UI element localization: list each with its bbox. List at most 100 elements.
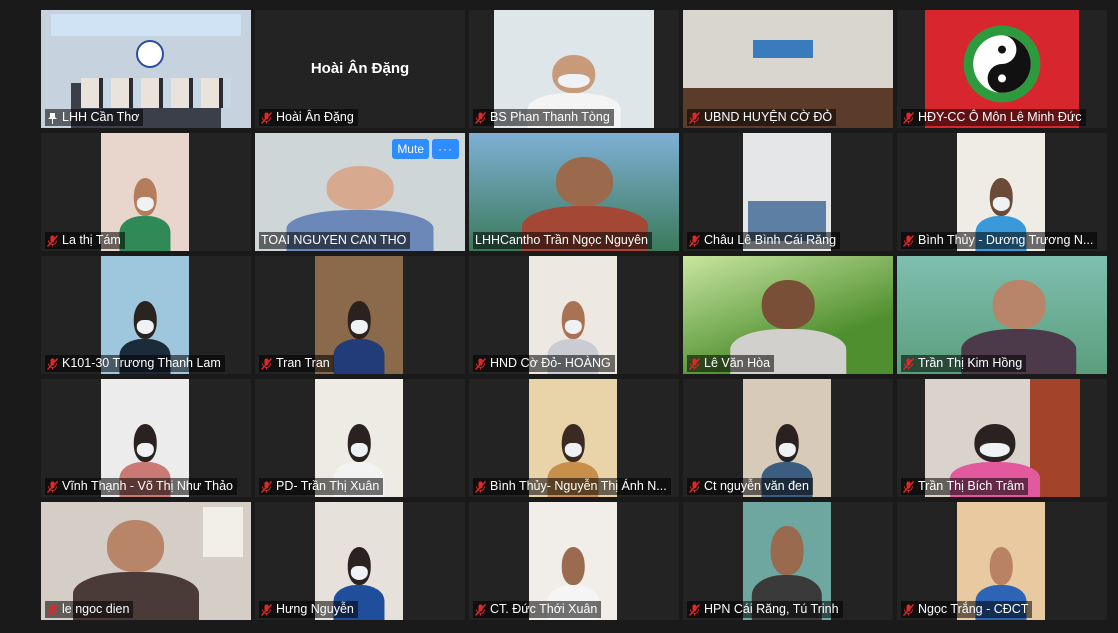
participant-name: LHHCantho Trần Ngọc Nguyên <box>475 233 649 247</box>
participant-nameplate: TOAI NGUYEN CAN THO <box>259 232 411 249</box>
pin-icon <box>48 112 57 124</box>
participant-tile[interactable]: La thị Tám <box>41 133 251 251</box>
participant-name: Bình Thủy- Nguyễn Thị Ánh N... <box>490 479 667 493</box>
mic-muted-icon <box>475 111 486 124</box>
participant-display-name: Hoài Ân Đặng <box>310 60 410 77</box>
participant-nameplate: Trần Thị Bích Trâm <box>901 478 1029 495</box>
participant-tile[interactable]: Châu Lê Bình Cái Răng <box>683 133 893 251</box>
participant-nameplate: Lê Văn Hòa <box>687 355 775 372</box>
participant-tile[interactable]: LHH Cần Thơ <box>41 10 251 128</box>
participant-name: HND Cờ Đỏ- HOÀNG <box>490 356 611 370</box>
more-options-button[interactable]: ··· <box>432 139 459 159</box>
mic-muted-icon <box>689 357 700 370</box>
mic-muted-icon <box>903 357 914 370</box>
participant-tile[interactable]: Ngọc Trắng - CĐCT <box>897 502 1107 620</box>
participant-nameplate: Ct nguyễn văn đen <box>687 478 813 495</box>
mic-muted-icon <box>261 480 272 493</box>
participant-tile[interactable]: Lê Văn Hòa <box>683 256 893 374</box>
mic-muted-icon <box>475 480 486 493</box>
participant-nameplate: Ngọc Trắng - CĐCT <box>901 601 1033 618</box>
participant-tile[interactable]: Trần Thị Bích Trâm <box>897 379 1107 497</box>
participant-name: BS Phan Thanh Tòng <box>490 110 610 124</box>
participant-name: le ngoc dien <box>62 602 130 616</box>
participant-nameplate: LHHCantho Trần Ngọc Nguyên <box>473 232 653 249</box>
mic-muted-icon <box>47 357 58 370</box>
participant-tile[interactable]: Bình Thủy - Dương Trương N... <box>897 133 1107 251</box>
participant-tile[interactable]: HND Cờ Đỏ- HOÀNG <box>469 256 679 374</box>
participant-tile[interactable]: HĐY-CC Ô Môn Lê Minh Đức <box>897 10 1107 128</box>
backdrop-banner <box>51 14 241 36</box>
participant-name: La thị Tám <box>62 233 121 247</box>
participant-name: Châu Lê Bình Cái Răng <box>704 233 837 247</box>
participant-tile[interactable]: Bình Thủy- Nguyễn Thị Ánh N... <box>469 379 679 497</box>
participant-tile[interactable]: Hưng Nguyễn <box>255 502 465 620</box>
mic-muted-icon <box>47 234 58 247</box>
wall-poster <box>203 507 243 557</box>
participant-tile[interactable]: LHHCantho Trần Ngọc Nguyên <box>469 133 679 251</box>
participant-name: Ct nguyễn văn đen <box>704 479 809 493</box>
participant-nameplate: HĐY-CC Ô Môn Lê Minh Đức <box>901 109 1086 126</box>
participant-tile[interactable]: Hoài Ân Đặng Hoài Ân Đặng <box>255 10 465 128</box>
mic-muted-icon <box>689 603 700 616</box>
participant-name: Vĩnh Thạnh - Võ Thị Như Thảo <box>62 479 233 493</box>
participant-nameplate: Bình Thủy- Nguyễn Thị Ánh N... <box>473 478 671 495</box>
mic-muted-icon <box>47 480 58 493</box>
participant-nameplate: K101-30 Trương Thanh Lam <box>45 355 225 372</box>
participant-name: Bình Thủy - Dương Trương N... <box>918 233 1094 247</box>
mic-muted-icon <box>261 357 272 370</box>
participant-nameplate: HPN Cái Răng, Tú Trinh <box>687 601 843 618</box>
mute-button[interactable]: Mute <box>392 139 429 159</box>
participant-name: Hưng Nguyễn <box>276 602 354 616</box>
participant-tile-active[interactable]: Mute ··· TOAI NGUYEN CAN THO <box>255 133 465 251</box>
participant-name: TOAI NGUYEN CAN THO <box>261 233 407 247</box>
participant-nameplate: La thị Tám <box>45 232 125 249</box>
mic-muted-icon <box>475 357 486 370</box>
participant-name: HĐY-CC Ô Môn Lê Minh Đức <box>918 110 1082 124</box>
participant-name: Trần Thị Bích Trâm <box>918 479 1025 493</box>
participant-tile[interactable]: Vĩnh Thạnh - Võ Thị Như Thảo <box>41 379 251 497</box>
participant-name: K101-30 Trương Thanh Lam <box>62 356 221 370</box>
mic-muted-icon <box>261 111 272 124</box>
participant-tile[interactable]: Tran Tran <box>255 256 465 374</box>
room-screen <box>753 40 813 58</box>
mic-muted-icon <box>903 480 914 493</box>
participant-name: CT. Đức Thới Xuân <box>490 602 598 616</box>
participant-figure <box>333 300 385 374</box>
gallery-grid: LHH Cần Thơ Hoài Ân Đặng Hoài Ân Đặng BS… <box>41 10 1109 621</box>
participant-tile[interactable]: le ngoc dien <box>41 502 251 620</box>
mic-muted-icon <box>689 111 700 124</box>
group-of-people <box>81 78 231 108</box>
backdrop-logo <box>136 40 164 68</box>
participant-name: Trần Thị Kim Hồng <box>918 356 1023 370</box>
mic-muted-icon <box>261 603 272 616</box>
participant-nameplate: le ngoc dien <box>45 601 134 618</box>
tile-controls: Mute ··· <box>392 139 459 159</box>
participant-figure <box>119 177 171 251</box>
participant-tile[interactable]: Trần Thị Kim Hồng <box>897 256 1107 374</box>
participant-tile[interactable]: UBND HUYỆN CỜ ĐỎ <box>683 10 893 128</box>
participant-tile[interactable]: BS Phan Thanh Tòng <box>469 10 679 128</box>
participant-name: Ngọc Trắng - CĐCT <box>918 602 1029 616</box>
participant-nameplate: HND Cờ Đỏ- HOÀNG <box>473 355 615 372</box>
participant-nameplate: BS Phan Thanh Tòng <box>473 109 614 126</box>
participant-nameplate: Trần Thị Kim Hồng <box>901 355 1027 372</box>
participant-name: Lê Văn Hòa <box>704 356 771 370</box>
participant-tile[interactable]: Ct nguyễn văn đen <box>683 379 893 497</box>
participant-tile[interactable]: CT. Đức Thới Xuân <box>469 502 679 620</box>
participant-tile[interactable]: PD- Trần Thị Xuân <box>255 379 465 497</box>
mic-muted-icon <box>903 603 914 616</box>
mic-muted-icon <box>475 603 486 616</box>
participant-nameplate: PD- Trần Thị Xuân <box>259 478 384 495</box>
participant-tile[interactable]: HPN Cái Răng, Tú Trinh <box>683 502 893 620</box>
participant-nameplate: UBND HUYỆN CỜ ĐỎ <box>687 109 837 126</box>
participant-nameplate: Vĩnh Thạnh - Võ Thị Như Thảo <box>45 478 237 495</box>
participant-name: Hoài Ân Đặng <box>276 110 354 124</box>
participant-tile[interactable]: K101-30 Trương Thanh Lam <box>41 256 251 374</box>
participant-name: HPN Cái Răng, Tú Trinh <box>704 602 839 616</box>
participant-nameplate: Hưng Nguyễn <box>259 601 358 618</box>
participant-nameplate: Châu Lê Bình Cái Răng <box>687 232 841 249</box>
mic-muted-icon <box>689 234 700 247</box>
mic-muted-icon <box>903 234 914 247</box>
participant-nameplate: Tran Tran <box>259 355 334 372</box>
participant-name: LHH Cần Thơ <box>62 110 140 124</box>
